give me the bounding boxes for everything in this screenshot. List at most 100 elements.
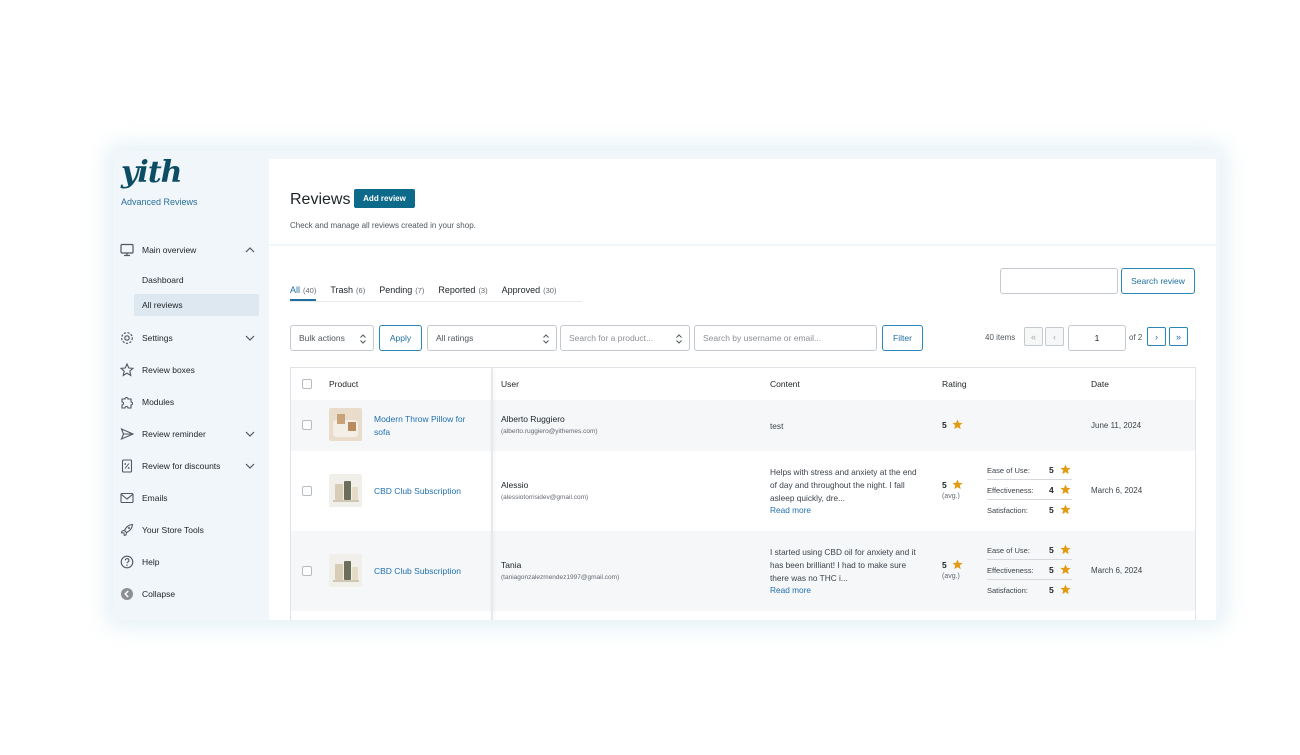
sidebar: yith Advanced Reviews Main overview Dash… (113, 151, 269, 620)
product-link[interactable]: Modern Throw Pillow for sofa (374, 413, 479, 438)
sidebar-item-help[interactable]: Help (119, 551, 261, 573)
sidebar-subitem-label: Dashboard (142, 275, 184, 285)
read-more-link[interactable]: Read more (770, 585, 811, 595)
search-review-input[interactable] (1000, 268, 1118, 294)
tab-reported[interactable]: Reported (3) (438, 285, 487, 301)
page-header: Reviews Add review Check and manage all … (269, 159, 1216, 244)
last-page-button[interactable]: » (1169, 327, 1188, 346)
criterion-divider (987, 479, 1072, 480)
user-search-placeholder: Search by username or email... (703, 333, 822, 343)
product-link[interactable]: CBD Club Subscription (374, 485, 479, 498)
criterion-value: 5 (1049, 465, 1054, 475)
main-content: Reviews Add review Check and manage all … (269, 151, 1220, 620)
first-page-button[interactable]: « (1024, 327, 1043, 346)
ratings-value: All ratings (436, 333, 474, 343)
tab-pending[interactable]: Pending (7) (379, 285, 424, 301)
sidebar-item-label: Review reminder (142, 429, 206, 439)
tab-count: (6) (356, 286, 366, 295)
filter-button[interactable]: Filter (882, 325, 923, 351)
user-name: Tania (501, 560, 522, 570)
apply-button[interactable]: Apply (379, 325, 422, 351)
product-link[interactable]: CBD Club Subscription (374, 565, 479, 578)
sidebar-item-settings[interactable]: Settings (119, 327, 261, 349)
criterion-value: 4 (1049, 485, 1054, 495)
prev-page-button[interactable]: ‹ (1045, 327, 1064, 346)
search-review-button[interactable]: Search review (1121, 268, 1195, 294)
row-checkbox[interactable] (302, 486, 312, 496)
sidebar-subitem-dashboard[interactable]: Dashboard (134, 269, 259, 291)
user-email: (alberto.ruggiero@yithemes.com) (501, 428, 598, 435)
next-page-button[interactable]: › (1147, 327, 1166, 346)
chevron-down-icon[interactable] (243, 459, 257, 473)
star-icon (1060, 484, 1071, 495)
select-arrows-icon (360, 334, 366, 344)
bulk-actions-select[interactable]: Bulk actions (290, 325, 374, 351)
tab-all[interactable]: All (40) (290, 285, 317, 301)
product-search-placeholder: Search for a product... (569, 333, 654, 343)
criterion-label: Ease of Use: (987, 546, 1030, 555)
product-thumbnail[interactable] (329, 408, 362, 441)
product-thumbnail[interactable] (329, 554, 362, 587)
user-email: (alessiotorrisidev@gmail.com) (501, 494, 589, 501)
sidebar-item-review-for-discounts[interactable]: Review for discounts (119, 455, 261, 477)
criterion-divider (987, 559, 1072, 560)
row-checkbox[interactable] (302, 566, 312, 576)
criterion-label: Effectiveness: (987, 486, 1034, 495)
sidebar-item-label: Main overview (142, 245, 197, 255)
star-icon (1060, 564, 1071, 575)
review-excerpt: Helps with stress and anxiety at the end… (770, 467, 917, 503)
star-icon (952, 479, 963, 490)
sidebar-item-review-boxes[interactable]: Review boxes (119, 359, 261, 381)
sidebar-item-store-tools[interactable]: Your Store Tools (119, 519, 261, 541)
criterion-value: 5 (1049, 505, 1054, 515)
add-review-button[interactable]: Add review (354, 189, 415, 208)
star-icon (1060, 464, 1071, 475)
help-circle-icon (119, 554, 135, 570)
plugin-subtitle: Advanced Reviews (121, 197, 198, 207)
chevron-up-icon[interactable] (243, 243, 257, 257)
row-checkbox[interactable] (302, 420, 312, 430)
sidebar-subitem-all-reviews[interactable]: All reviews (134, 294, 259, 316)
tab-trash[interactable]: Trash (6) (330, 285, 365, 301)
sidebar-item-modules[interactable]: Modules (119, 391, 261, 413)
select-all-checkbox[interactable] (302, 379, 312, 389)
read-more-link[interactable]: Read more (770, 505, 811, 515)
sidebar-item-emails[interactable]: Emails (119, 487, 261, 509)
review-content: I started using CBD oil for anxiety and … (770, 546, 922, 597)
product-search-select[interactable]: Search for a product... (560, 325, 690, 351)
criterion-value: 5 (1049, 585, 1054, 595)
tab-approved[interactable]: Approved (30) (502, 285, 557, 301)
review-date: March 6, 2024 (1091, 486, 1143, 495)
sidebar-item-collapse[interactable]: Collapse (119, 583, 261, 605)
star-icon (1060, 584, 1071, 595)
rating-average-label: (avg.) (942, 573, 960, 580)
review-content: Helps with stress and anxiety at the end… (770, 466, 922, 517)
envelope-icon (119, 490, 135, 506)
tab-label: Approved (501, 285, 541, 295)
product-thumbnail[interactable] (329, 474, 362, 507)
reviews-panel: All (40) Trash (6) Pending (7) Reported (3) … (269, 246, 1216, 620)
column-header-date[interactable]: Date (1091, 368, 1109, 400)
table-row: CBD Club Subscription Alessio (alessioto… (291, 451, 1195, 531)
tabs-divider (290, 301, 582, 302)
chevron-down-icon[interactable] (243, 427, 257, 441)
discount-icon (119, 458, 135, 474)
sidebar-item-label: Help (142, 557, 160, 567)
column-header-user[interactable]: User (501, 368, 519, 400)
ratings-select[interactable]: All ratings (427, 325, 557, 351)
tab-count: (7) (415, 286, 425, 295)
sidebar-item-main-overview[interactable]: Main overview (119, 239, 261, 261)
user-search-input[interactable]: Search by username or email... (694, 325, 877, 351)
sidebar-item-label: Settings (142, 333, 173, 343)
page-title: Reviews (290, 191, 351, 208)
criterion-label: Effectiveness: (987, 566, 1034, 575)
tab-count: (40) (303, 286, 317, 295)
chevron-down-icon[interactable] (243, 331, 257, 345)
sidebar-item-label: Emails (142, 493, 168, 503)
table-row (291, 611, 1195, 620)
current-page-input[interactable]: 1 (1068, 325, 1126, 351)
collapse-icon (119, 586, 135, 602)
column-header-product[interactable]: Product (329, 368, 358, 400)
column-header-rating[interactable]: Rating (942, 368, 967, 400)
sidebar-item-review-reminder[interactable]: Review reminder (119, 423, 261, 445)
